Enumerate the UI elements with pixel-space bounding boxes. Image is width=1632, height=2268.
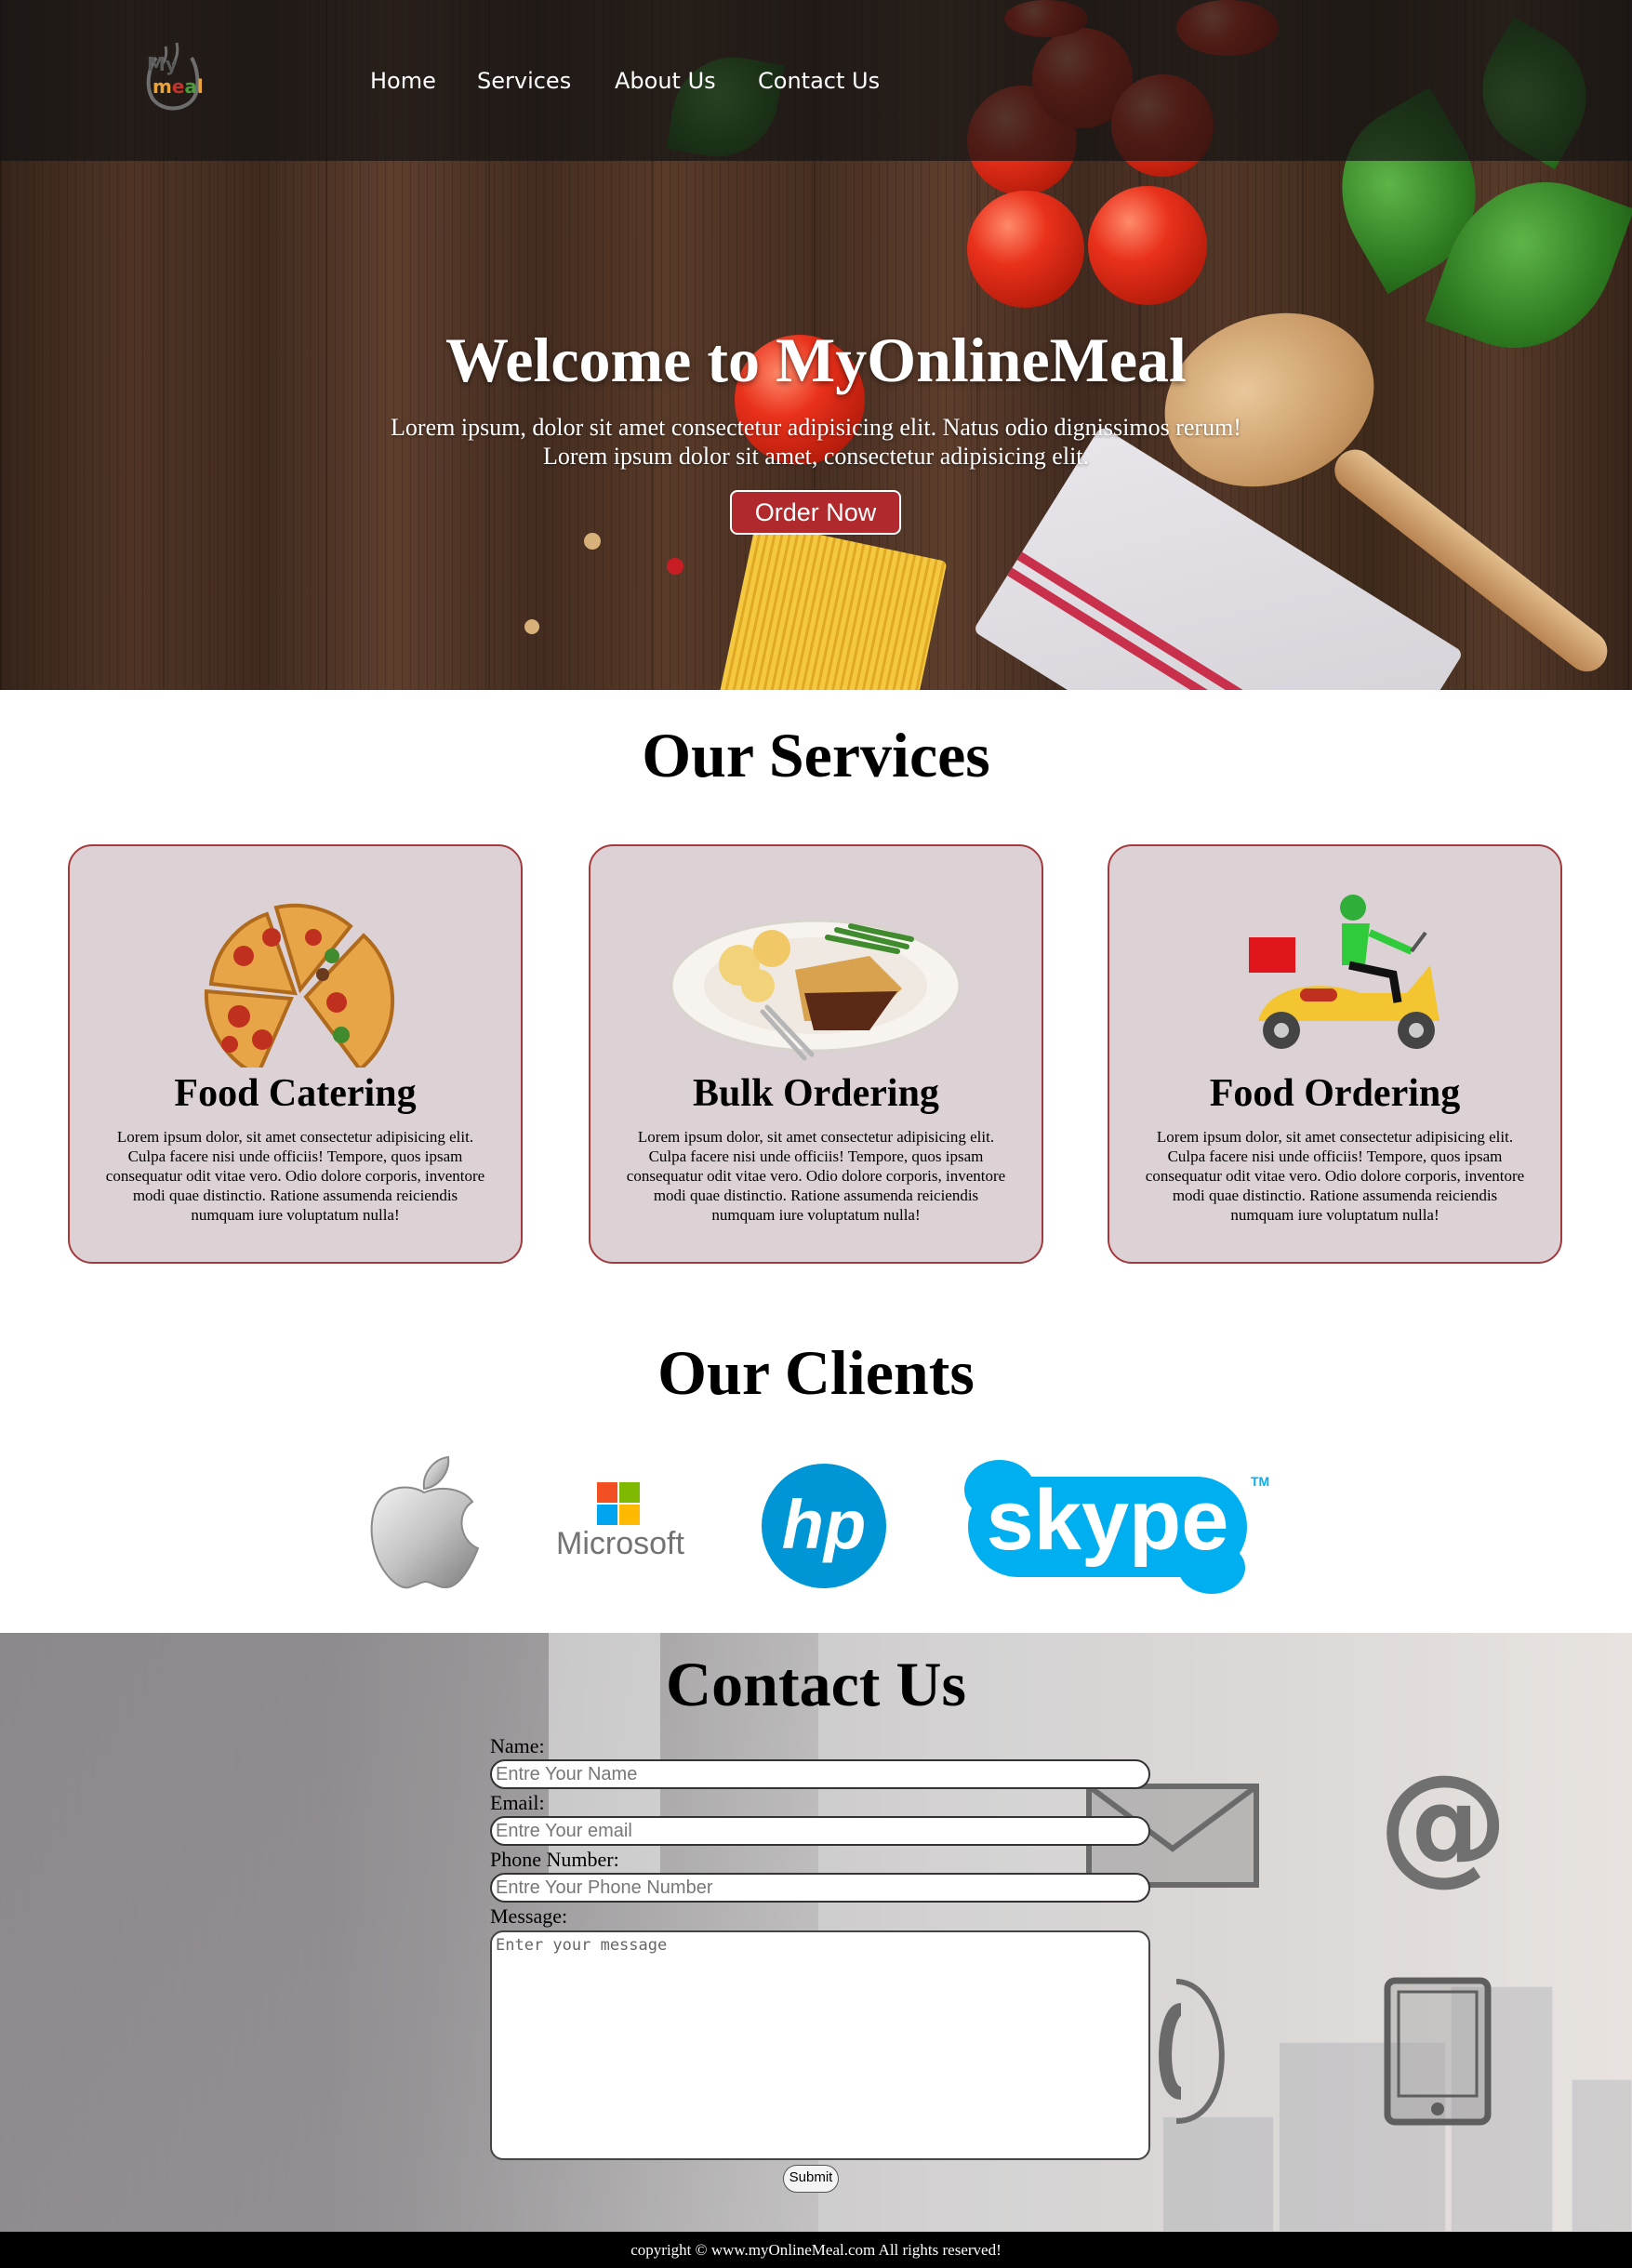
service-card-food-catering[interactable]: Food Catering Lorem ipsum dolor, sit ame…: [68, 844, 523, 1264]
phone-input[interactable]: [490, 1873, 1150, 1903]
service-card-bulk-ordering[interactable]: Bulk Ordering Lorem ipsum dolor, sit ame…: [589, 844, 1043, 1264]
hero-title: Welcome to MyOnlineMeal: [445, 325, 1187, 395]
hp-logo-icon: hp: [762, 1464, 886, 1588]
nav-contact-us[interactable]: Contact Us: [758, 65, 880, 97]
client-logo-apple: [363, 1455, 484, 1595]
delivery-scooter-icon: [1249, 895, 1440, 1049]
svg-text:TM: TM: [1251, 1474, 1269, 1489]
skype-logo-icon: skype TM: [964, 1460, 1269, 1594]
message-label: Message:: [490, 1904, 568, 1928]
order-now-button[interactable]: Order Now: [730, 490, 901, 535]
email-label: Email:: [490, 1791, 545, 1814]
pepper-decoration: [667, 558, 683, 575]
logo-icon: My meal: [146, 42, 204, 111]
submit-button[interactable]: Submit: [783, 2165, 839, 2193]
svg-text:skype: skype: [987, 1473, 1229, 1568]
contact-title: Contact Us: [666, 1649, 966, 1719]
nav-services[interactable]: Services: [477, 65, 571, 97]
nav-home[interactable]: Home: [370, 65, 436, 97]
phone-icon: [1159, 1979, 1225, 2124]
name-input[interactable]: [490, 1759, 1150, 1789]
svg-text:hp: hp: [782, 1486, 866, 1563]
hero-subtitle-line2: Lorem ipsum dolor sit amet, consectetur …: [542, 443, 1090, 470]
svg-text:meal: meal: [153, 75, 204, 98]
card-text: Lorem ipsum dolor, sit amet consectetur …: [626, 1128, 1006, 1224]
card-text: Lorem ipsum dolor, sit amet consectetur …: [105, 1128, 485, 1224]
card-title: Food Catering: [174, 1072, 417, 1115]
phone-label: Phone Number:: [490, 1848, 619, 1871]
svg-text:My: My: [147, 53, 178, 75]
nav-about-us[interactable]: About Us: [615, 65, 716, 97]
pizza-icon: [204, 903, 395, 1068]
message-textarea[interactable]: [490, 1930, 1150, 2160]
client-logo-skype: skype TM: [962, 1458, 1269, 1594]
logo[interactable]: My meal: [139, 39, 206, 112]
hero-section: My meal Home Services About Us Contact U…: [0, 0, 1632, 690]
pepper-decoration: [584, 533, 601, 550]
tomato-decoration: [967, 191, 1084, 308]
service-card-food-ordering[interactable]: Food Ordering Lorem ipsum dolor, sit ame…: [1108, 844, 1562, 1264]
hero-subtitle-line1: Lorem ipsum, dolor sit amet consectetur …: [391, 414, 1241, 441]
tablet-icon: [1384, 1977, 1492, 2126]
client-logo-microsoft: Microsoft: [551, 1480, 690, 1562]
clients-title: Our Clients: [657, 1337, 975, 1408]
services-title: Our Services: [642, 720, 990, 790]
client-logo-hp: hp: [761, 1463, 887, 1589]
navbar: My meal Home Services About Us Contact U…: [0, 0, 1632, 161]
card-title: Bulk Ordering: [693, 1072, 939, 1115]
card-title: Food Ordering: [1209, 1072, 1461, 1115]
apple-logo-icon: [370, 1455, 480, 1589]
email-input[interactable]: [490, 1816, 1150, 1846]
card-text: Lorem ipsum dolor, sit amet consectetur …: [1145, 1128, 1525, 1224]
tomato-decoration: [1088, 186, 1207, 305]
at-sign-icon: @: [1378, 1747, 1508, 1899]
copyright-text: copyright © www.myOnlineMeal.com All rig…: [630, 2241, 1002, 2259]
pepper-decoration: [524, 619, 539, 634]
footer: copyright © www.myOnlineMeal.com All rig…: [0, 2232, 1632, 2268]
meal-plate-icon: [670, 919, 962, 1061]
microsoft-wordmark: Microsoft: [556, 1526, 684, 1561]
name-label: Name:: [490, 1734, 545, 1757]
